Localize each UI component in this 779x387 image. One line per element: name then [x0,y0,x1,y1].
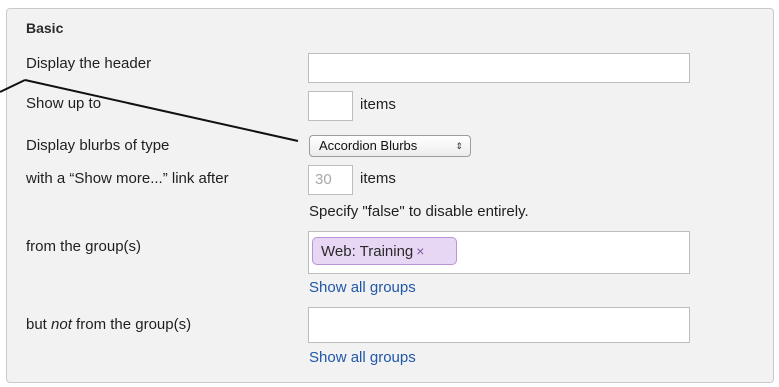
callout-line-segment-1 [0,79,26,93]
callout-line [0,79,299,142]
callout-line-segment-2 [24,79,299,142]
